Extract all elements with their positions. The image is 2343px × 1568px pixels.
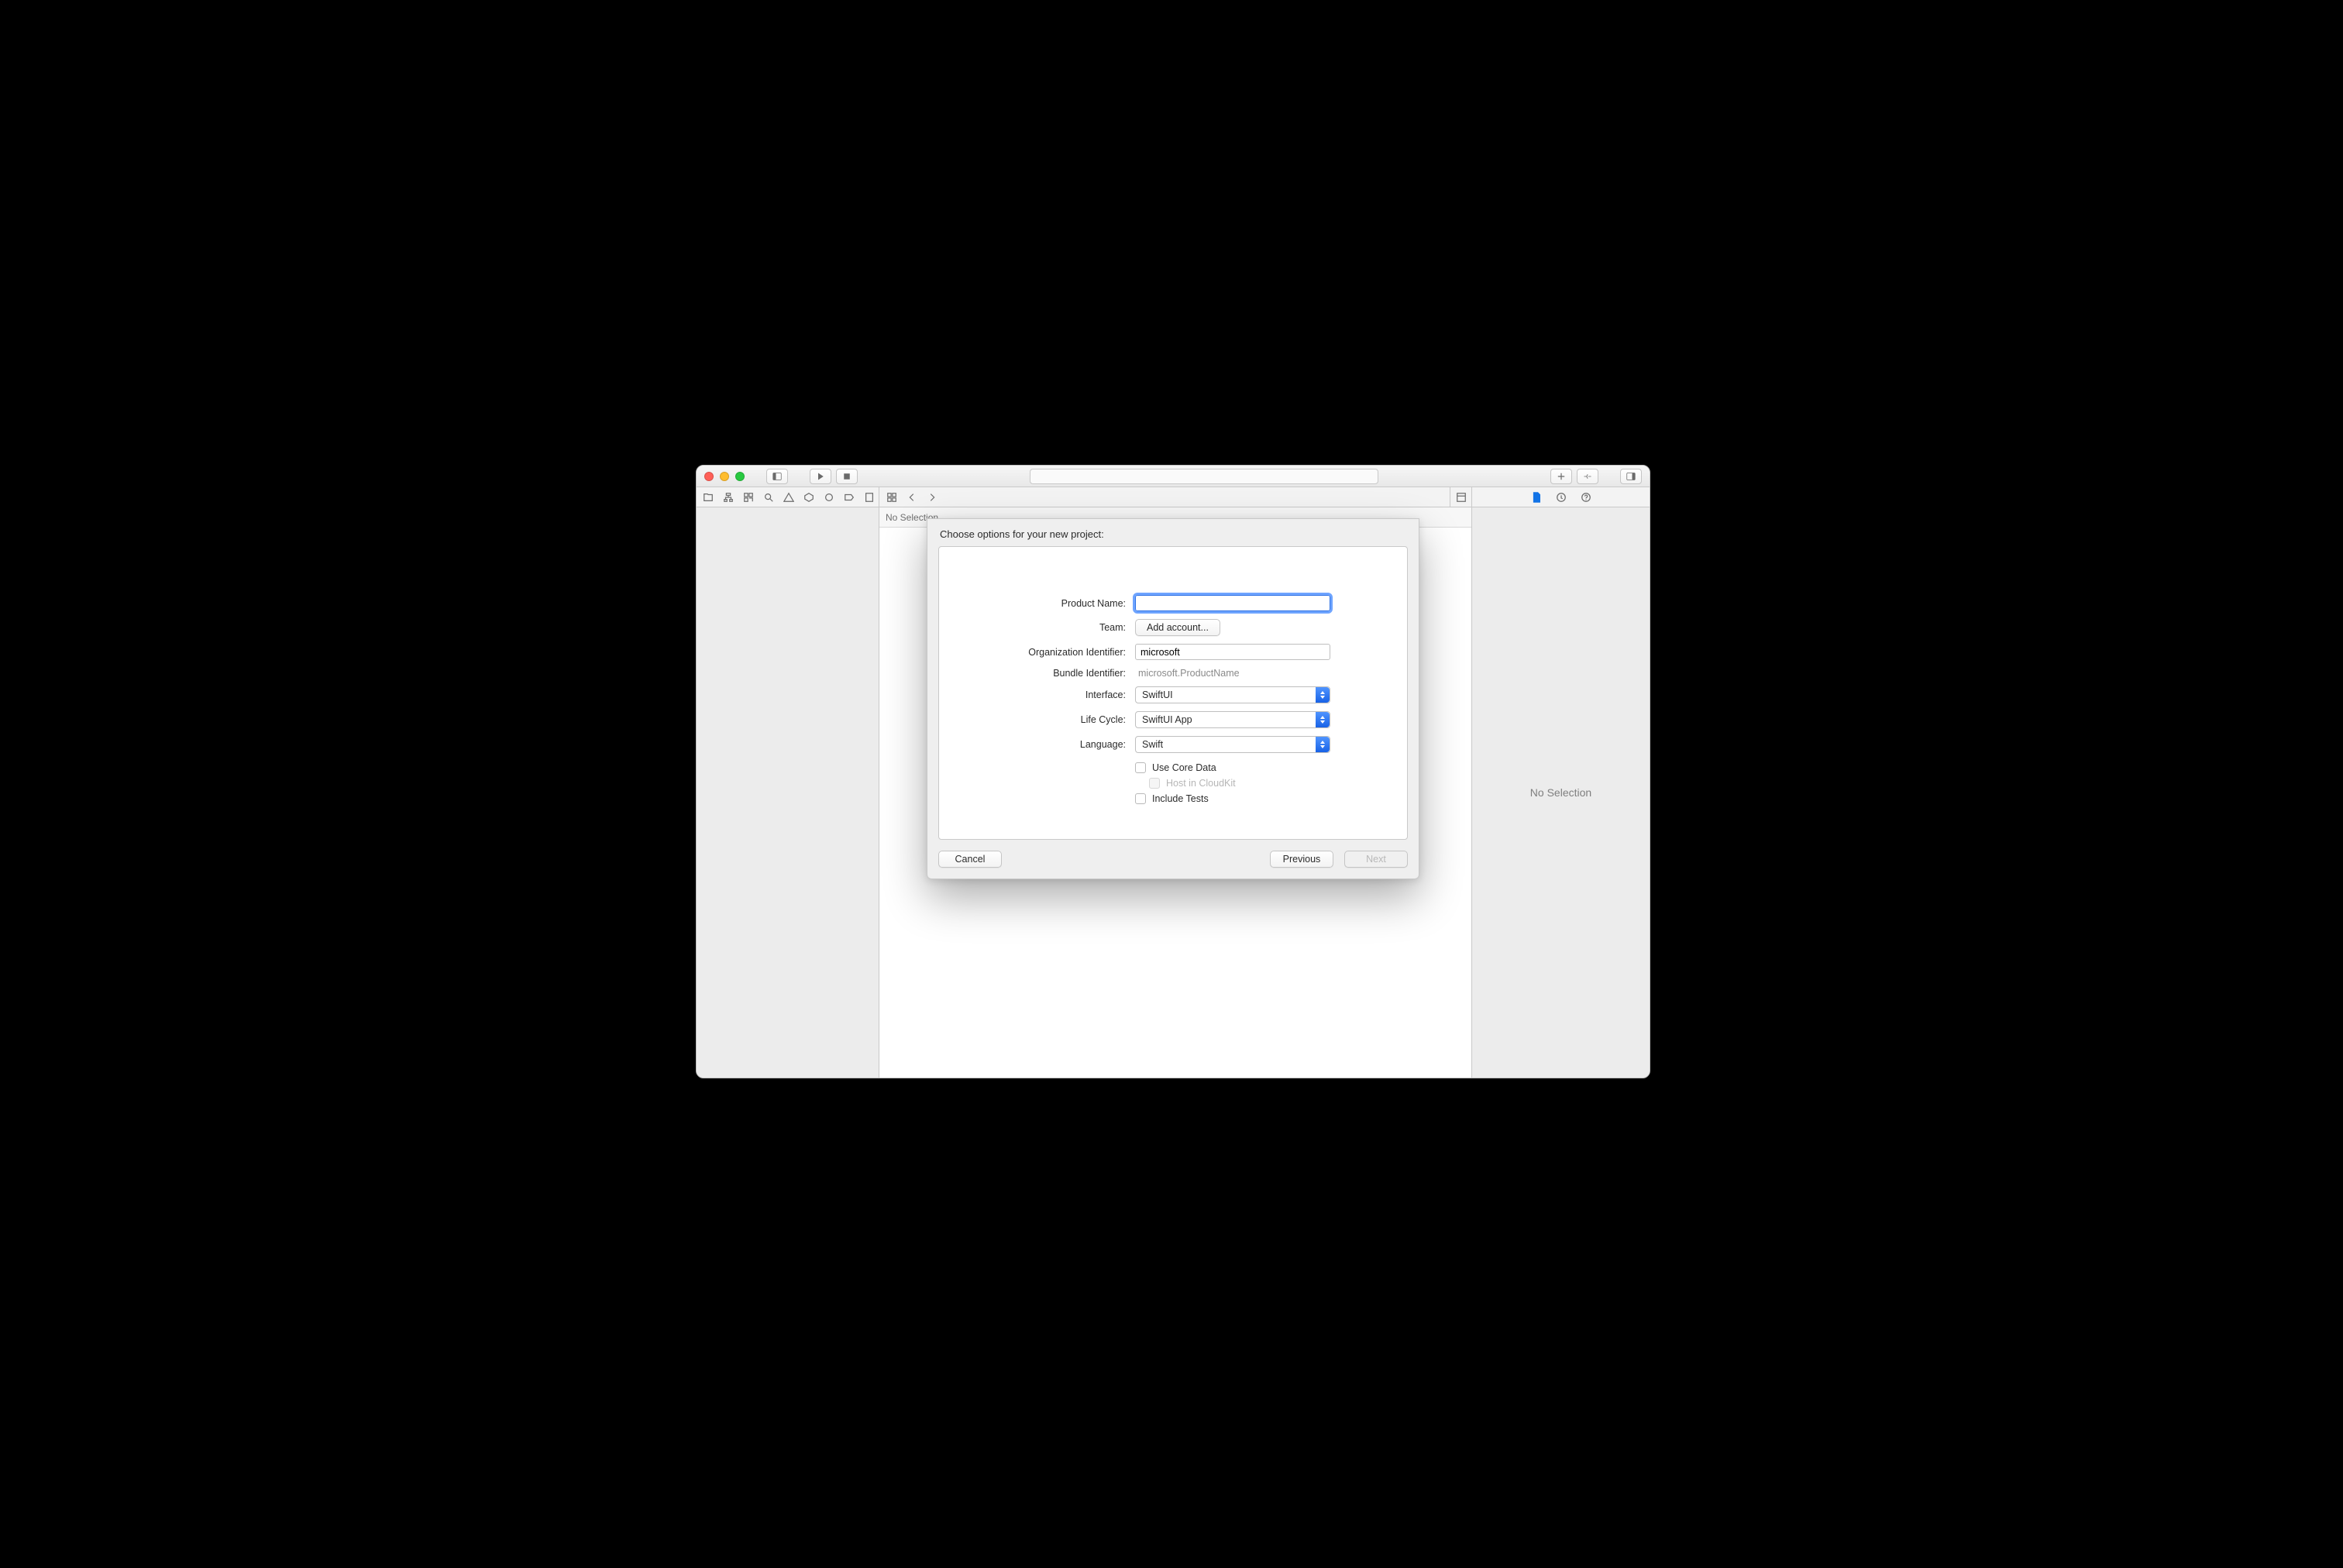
inspector-panel: No Selection	[1471, 507, 1650, 1078]
library-add-button[interactable]	[1550, 469, 1572, 484]
language-popup[interactable]: Swift	[1135, 736, 1330, 753]
checkbox-icon	[1135, 793, 1146, 804]
find-navigator-icon[interactable]	[763, 491, 774, 504]
life-cycle-value: SwiftUI App	[1142, 714, 1192, 725]
issue-navigator-icon[interactable]	[783, 491, 794, 504]
file-inspector-icon[interactable]	[1530, 491, 1543, 504]
navigator-panel	[697, 507, 879, 1078]
add-account-button[interactable]: Add account...	[1135, 619, 1220, 636]
cancel-button[interactable]: Cancel	[938, 851, 1002, 868]
report-navigator-icon[interactable]	[864, 491, 875, 504]
tabbar	[697, 487, 1650, 507]
bundle-id-value: microsoft.ProductName	[1135, 668, 1240, 679]
include-tests-checkbox[interactable]: Include Tests	[1135, 793, 1337, 804]
sheet-title: Choose options for your new project:	[927, 519, 1419, 546]
use-core-data-checkbox[interactable]: Use Core Data	[1135, 762, 1337, 773]
project-navigator-icon[interactable]	[703, 491, 714, 504]
sheet-form-panel: Product Name: Team: Add account... Organ…	[938, 546, 1408, 840]
chevron-updown-icon	[1316, 712, 1330, 727]
life-cycle-label: Life Cycle:	[1010, 714, 1126, 725]
related-items-icon[interactable]	[886, 491, 898, 504]
test-navigator-icon[interactable]	[803, 491, 814, 504]
interface-label: Interface:	[1010, 689, 1126, 700]
editor-path-bar	[879, 487, 1450, 507]
product-name-label: Product Name:	[1010, 598, 1126, 609]
minimize-window-icon[interactable]	[720, 472, 729, 481]
interface-value: SwiftUI	[1142, 689, 1173, 700]
window-controls	[704, 472, 745, 481]
zoom-window-icon[interactable]	[735, 472, 745, 481]
toggle-navigator-button[interactable]	[766, 469, 788, 484]
editor-layout-icon[interactable]	[1456, 491, 1467, 504]
host-cloudkit-label: Host in CloudKit	[1166, 778, 1236, 789]
sheet-footer: Cancel Previous Next	[927, 840, 1419, 879]
stop-button[interactable]	[836, 469, 858, 484]
symbol-navigator-icon[interactable]	[743, 491, 754, 504]
previous-button[interactable]: Previous	[1270, 851, 1333, 868]
language-label: Language:	[1010, 739, 1126, 750]
source-control-navigator-icon[interactable]	[723, 491, 734, 504]
debug-navigator-icon[interactable]	[824, 491, 834, 504]
org-id-label: Organization Identifier:	[1010, 647, 1126, 658]
help-inspector-icon[interactable]	[1580, 491, 1592, 504]
run-button[interactable]	[810, 469, 831, 484]
breakpoint-navigator-icon[interactable]	[844, 491, 855, 504]
toggle-inspector-button[interactable]	[1620, 469, 1642, 484]
include-tests-label: Include Tests	[1152, 793, 1209, 804]
activity-status-field	[1030, 469, 1378, 484]
new-project-options-sheet: Choose options for your new project: Pro…	[927, 518, 1419, 879]
checkbox-icon	[1149, 778, 1160, 789]
next-button: Next	[1344, 851, 1408, 868]
life-cycle-popup[interactable]: SwiftUI App	[1135, 711, 1330, 728]
code-review-button[interactable]	[1577, 469, 1598, 484]
product-name-input[interactable]	[1135, 595, 1330, 611]
xcode-window: No Selection No Selection Choose options…	[696, 465, 1650, 1078]
team-label: Team:	[1010, 622, 1126, 633]
language-value: Swift	[1142, 739, 1163, 750]
chevron-updown-icon	[1316, 687, 1330, 703]
checkbox-icon	[1135, 762, 1146, 773]
bundle-id-label: Bundle Identifier:	[1010, 668, 1126, 679]
go-forward-icon[interactable]	[926, 491, 938, 504]
titlebar	[697, 466, 1650, 487]
history-inspector-icon[interactable]	[1555, 491, 1567, 504]
use-core-data-label: Use Core Data	[1152, 762, 1216, 773]
go-back-icon[interactable]	[906, 491, 918, 504]
navigator-tabs	[697, 487, 879, 507]
host-cloudkit-checkbox: Host in CloudKit	[1149, 778, 1337, 789]
close-window-icon[interactable]	[704, 472, 714, 481]
interface-popup[interactable]: SwiftUI	[1135, 686, 1330, 703]
chevron-updown-icon	[1316, 737, 1330, 752]
inspector-placeholder: No Selection	[1530, 786, 1591, 799]
org-id-input[interactable]	[1135, 644, 1330, 660]
inspector-tabs	[1471, 487, 1650, 507]
